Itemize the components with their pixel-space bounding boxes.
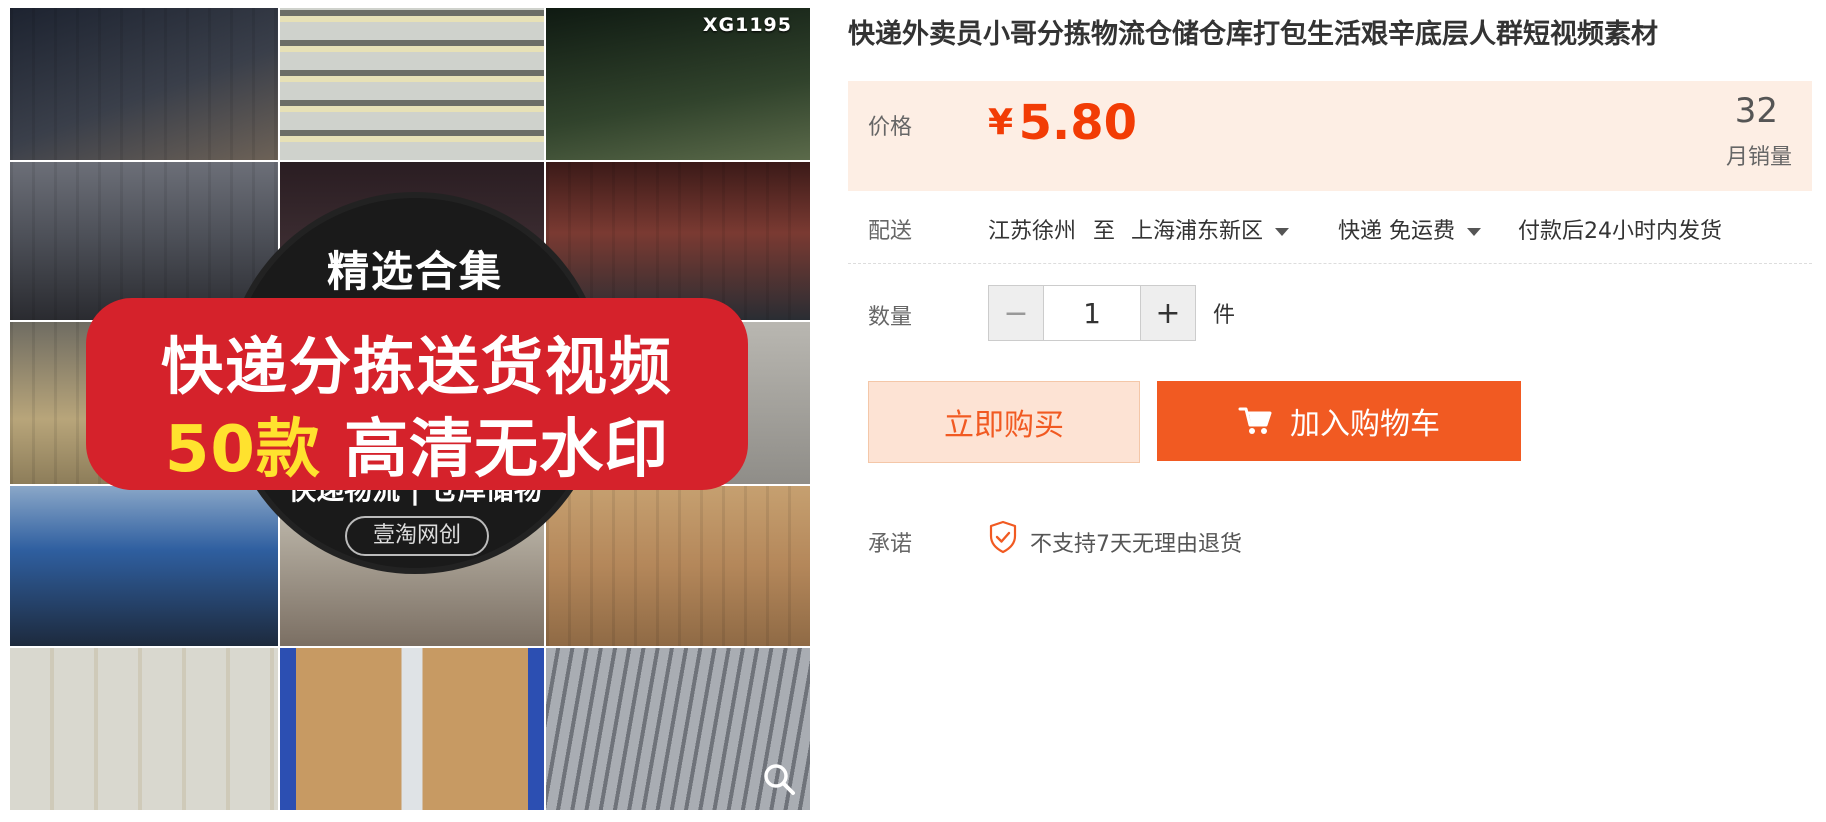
price-amount: 5.80 — [1018, 95, 1138, 151]
quantity-decrease-button[interactable]: − — [989, 286, 1044, 340]
buy-now-button[interactable]: 立即购买 — [868, 381, 1140, 463]
gallery-thumb — [10, 648, 278, 810]
promo-banner: 快递分拣送货视频 50款 高清无水印 — [86, 298, 748, 490]
shipping-method-select[interactable]: 快递 免运费 — [1338, 213, 1481, 245]
gallery-thumb — [10, 486, 278, 646]
promo-circle-title: 精选合集 — [326, 247, 503, 296]
price-value: ¥ 5.80 — [988, 95, 1137, 151]
price-panel: 价格 ¥ 5.80 32 月销量 — [848, 81, 1812, 191]
promise-label: 承诺 — [868, 532, 913, 557]
destination-select[interactable]: 上海浦东新区 — [1131, 213, 1290, 245]
currency-symbol: ¥ — [988, 102, 1014, 144]
product-code-badge: XG1195 — [702, 14, 792, 36]
gallery-thumb — [10, 8, 278, 160]
quantity-increase-button[interactable]: + — [1140, 286, 1195, 340]
monthly-sales-count: 32 — [1734, 91, 1778, 131]
promise-text: 不支持7天无理由退货 — [1030, 532, 1242, 557]
shopping-cart-icon — [1238, 407, 1272, 434]
quantity-input[interactable] — [1044, 286, 1140, 340]
promise-row: 承诺 不支持7天无理由退货 — [848, 518, 1812, 558]
gallery-thumb: XG1195 — [546, 8, 810, 160]
gallery-thumb — [280, 648, 544, 810]
monthly-sales-label: 月销量 — [1725, 145, 1792, 170]
promo-banner-subline: 50款 高清无水印 — [86, 398, 748, 490]
dispatch-time: 付款后24小时内发货 — [1518, 219, 1722, 244]
add-to-cart-label: 加入购物车 — [1290, 407, 1440, 442]
price-label: 价格 — [868, 115, 913, 140]
add-to-cart-button[interactable]: 加入购物车 — [1157, 381, 1521, 461]
quantity-unit: 件 — [1213, 303, 1236, 328]
product-image-gallery[interactable]: XG1195 精选合集 快递物流 | 仓库储物 壹淘网创 快递分拣送货视频 50… — [10, 8, 810, 810]
shield-check-icon — [989, 520, 1017, 554]
chevron-down-icon — [1275, 228, 1290, 236]
quantity-label: 数量 — [868, 305, 913, 330]
quantity-row: 数量 − + 件 — [848, 285, 1812, 345]
destination-value: 上海浦东新区 — [1131, 219, 1264, 244]
quantity-stepper: − + — [988, 285, 1196, 341]
shop-watermark: 壹淘网创 — [345, 516, 489, 556]
chevron-down-icon — [1467, 228, 1481, 236]
ship-to-word: 至 — [1093, 219, 1116, 244]
promo-banner-quality: 高清无水印 — [344, 413, 670, 487]
ship-from: 江苏徐州 — [988, 219, 1077, 244]
gallery-thumb — [280, 8, 544, 160]
shipping-label: 配送 — [868, 219, 913, 244]
shipping-row: 配送 江苏徐州 至 上海浦东新区 快递 免运费 付款后24小时内发货 — [848, 205, 1812, 264]
promo-banner-count: 50款 — [164, 413, 321, 487]
promo-banner-headline: 快递分拣送货视频 — [160, 330, 673, 403]
magnifier-icon[interactable] — [762, 762, 796, 796]
gallery-thumb — [546, 486, 810, 646]
product-title: 快递外卖员小哥分拣物流仓储仓库打包生活艰辛底层人群短视频素材 — [848, 19, 1658, 50]
shipping-method-value: 快递 免运费 — [1338, 219, 1455, 244]
